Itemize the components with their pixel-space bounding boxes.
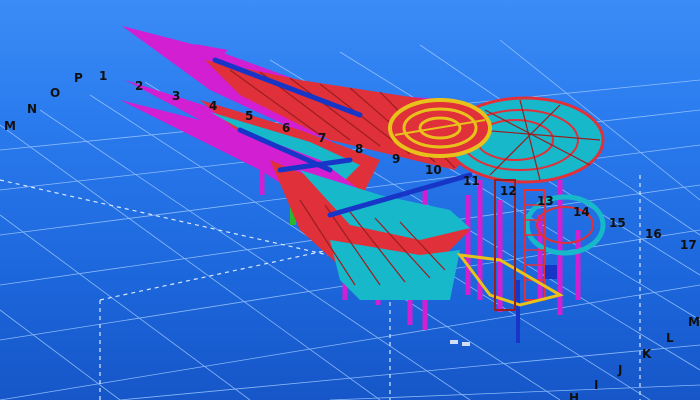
grid-number-2: 2 [135,79,143,93]
grid-number-12: 12 [500,184,517,198]
grid-number-4: 4 [209,99,217,113]
steel-structure[interactable] [120,26,606,346]
grid-number-14: 14 [573,205,590,219]
grid-letter-j-right: J [617,363,622,377]
grid-number-7: 7 [318,131,326,145]
grid-number-11: 11 [463,174,480,188]
grid-number-16: 16 [645,227,662,241]
base-plates [450,340,470,346]
grid-letter-h-right: H [569,391,579,400]
model-canvas[interactable]: M N O P 1 2 3 4 5 6 7 8 9 10 11 12 13 14… [0,0,700,400]
grid-letter-m-right: M [688,315,700,329]
grid-number-3: 3 [172,89,180,103]
grid-number-1: 1 [99,69,107,83]
grid-letter-n-left: N [27,102,37,116]
grid-number-6: 6 [282,121,290,135]
circular-platform-center [388,98,492,158]
grid-letter-m-left: M [4,119,16,133]
grid-letter-p-left: P [74,71,83,85]
grid-number-9: 9 [392,152,400,166]
grid-number-13: 13 [537,194,554,208]
grid-letter-o-left: O [50,86,60,100]
grid-number-15: 15 [609,216,626,230]
grid-number-8: 8 [355,142,363,156]
grid-number-17: 17 [680,238,697,252]
grid-letter-i-right: I [594,378,598,392]
grid-number-10: 10 [425,163,442,177]
grid-letter-l-right: L [666,331,674,345]
grid-number-5: 5 [245,109,253,123]
model-viewport[interactable]: M N O P 1 2 3 4 5 6 7 8 9 10 11 12 13 14… [0,0,700,400]
grid-letter-k-right: K [642,347,652,361]
